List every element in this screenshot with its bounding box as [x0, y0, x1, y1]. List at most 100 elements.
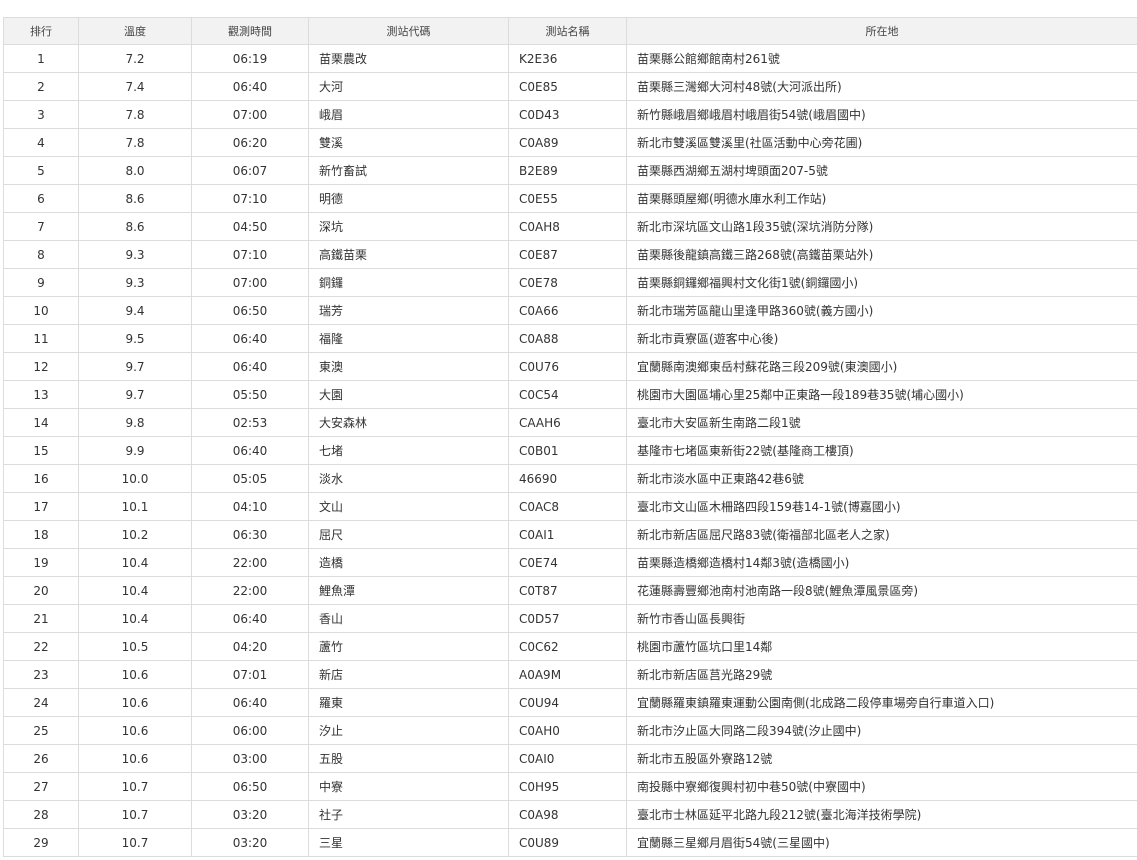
cell-rank: 16 — [3, 464, 79, 493]
cell-location: 苗栗縣頭屋鄉(明德水庫水利工作站) — [626, 184, 1137, 213]
cell-temperature: 10.4 — [78, 604, 192, 633]
table-header-row: 排行 溫度 觀測時間 測站代碼 測站名稱 所在地 — [3, 17, 1137, 45]
cell-observation-time: 06:30 — [191, 520, 309, 549]
cell-station-name: A0A9M — [508, 660, 627, 689]
cell-observation-time: 07:00 — [191, 268, 309, 297]
cell-station-code: 蘆竹 — [308, 632, 509, 661]
cell-location: 苗栗縣後龍鎮高鐵三路268號(高鐵苗栗站外) — [626, 240, 1137, 269]
cell-rank: 21 — [3, 604, 79, 633]
cell-location: 新竹市香山區長興街 — [626, 604, 1137, 633]
cell-observation-time: 03:20 — [191, 800, 309, 829]
cell-station-code: 大園 — [308, 380, 509, 409]
table-row: 26 10.6 03:00 五股 C0AI0 新北市五股區外寮路12號 — [3, 744, 1137, 773]
cell-station-code: 汐止 — [308, 716, 509, 745]
cell-station-code: 新竹畜試 — [308, 156, 509, 185]
cell-rank: 11 — [3, 324, 79, 353]
cell-station-name: B2E89 — [508, 156, 627, 185]
table-body: 1 7.2 06:19 苗栗農改 K2E36 苗栗縣公館鄉館南村261號 2 7.4 06:40… — [3, 44, 1137, 857]
cell-rank: 6 — [3, 184, 79, 213]
cell-station-code: 高鐵苗栗 — [308, 240, 509, 269]
cell-station-name: C0E85 — [508, 72, 627, 101]
cell-station-name: C0D43 — [508, 100, 627, 129]
cell-temperature: 10.6 — [78, 688, 192, 717]
cell-temperature: 9.7 — [78, 380, 192, 409]
table-row: 24 10.6 06:40 羅東 C0U94 宜蘭縣羅東鎮羅東運動公園南側(北成路二段停車… — [3, 688, 1137, 717]
table-row: 21 10.4 06:40 香山 C0D57 新竹市香山區長興街 — [3, 604, 1137, 633]
cell-observation-time: 04:10 — [191, 492, 309, 521]
header-station-name: 測站名稱 — [508, 17, 627, 45]
cell-station-name: C0A89 — [508, 128, 627, 157]
cell-location: 桃園市蘆竹區坑口里14鄰 — [626, 632, 1137, 661]
cell-temperature: 9.7 — [78, 352, 192, 381]
cell-rank: 14 — [3, 408, 79, 437]
cell-station-name: C0A98 — [508, 800, 627, 829]
cell-rank: 19 — [3, 548, 79, 577]
cell-observation-time: 06:20 — [191, 128, 309, 157]
cell-rank: 2 — [3, 72, 79, 101]
cell-station-name: C0U94 — [508, 688, 627, 717]
cell-station-name: C0H95 — [508, 772, 627, 801]
table-row: 20 10.4 22:00 鯉魚潭 C0T87 花蓮縣壽豐鄉池南村池南路一段8號(鯉魚潭風… — [3, 576, 1137, 605]
cell-station-name: C0AI1 — [508, 520, 627, 549]
cell-location: 新北市淡水區中正東路42巷6號 — [626, 464, 1137, 493]
header-temperature: 溫度 — [78, 17, 192, 45]
cell-rank: 27 — [3, 772, 79, 801]
cell-location: 臺北市士林區延平北路九段212號(臺北海洋技術學院) — [626, 800, 1137, 829]
cell-station-code: 深坑 — [308, 212, 509, 241]
cell-rank: 18 — [3, 520, 79, 549]
cell-station-code: 三星 — [308, 828, 509, 857]
cell-rank: 20 — [3, 576, 79, 605]
cell-station-code: 銅鑼 — [308, 268, 509, 297]
table-row: 28 10.7 03:20 社子 C0A98 臺北市士林區延平北路九段212號(臺北海洋技… — [3, 800, 1137, 829]
cell-station-code: 七堵 — [308, 436, 509, 465]
cell-temperature: 9.4 — [78, 296, 192, 325]
cell-location: 新北市汐止區大同路二段394號(汐止國中) — [626, 716, 1137, 745]
cell-location: 桃園市大園區埔心里25鄰中正東路一段189巷35號(埔心國小) — [626, 380, 1137, 409]
cell-rank: 26 — [3, 744, 79, 773]
cell-station-name: C0A88 — [508, 324, 627, 353]
cell-station-name: C0U76 — [508, 352, 627, 381]
cell-station-code: 東澳 — [308, 352, 509, 381]
table-row: 15 9.9 06:40 七堵 C0B01 基隆市七堵區東新街22號(基隆商工樓頂) — [3, 436, 1137, 465]
table-row: 6 8.6 07:10 明德 C0E55 苗栗縣頭屋鄉(明德水庫水利工作站) — [3, 184, 1137, 213]
table-row: 19 10.4 22:00 造橋 C0E74 苗栗縣造橋鄉造橋村14鄰3號(造橋國小) — [3, 548, 1137, 577]
cell-station-name: C0E55 — [508, 184, 627, 213]
cell-location: 苗栗縣造橋鄉造橋村14鄰3號(造橋國小) — [626, 548, 1137, 577]
cell-location: 基隆市七堵區東新街22號(基隆商工樓頂) — [626, 436, 1137, 465]
header-observation-time: 觀測時間 — [191, 17, 309, 45]
cell-observation-time: 22:00 — [191, 548, 309, 577]
cell-observation-time: 06:40 — [191, 436, 309, 465]
table-row: 27 10.7 06:50 中寮 C0H95 南投縣中寮鄉復興村初中巷50號(中寮國中) — [3, 772, 1137, 801]
table-row: 23 10.6 07:01 新店 A0A9M 新北市新店區莒光路29號 — [3, 660, 1137, 689]
cell-observation-time: 06:00 — [191, 716, 309, 745]
cell-temperature: 7.2 — [78, 44, 192, 73]
cell-temperature: 9.3 — [78, 268, 192, 297]
table-row: 2 7.4 06:40 大河 C0E85 苗栗縣三灣鄉大河村48號(大河派出所) — [3, 72, 1137, 101]
cell-rank: 17 — [3, 492, 79, 521]
cell-observation-time: 07:10 — [191, 184, 309, 213]
cell-temperature: 10.6 — [78, 660, 192, 689]
cell-temperature: 10.4 — [78, 576, 192, 605]
cell-observation-time: 04:50 — [191, 212, 309, 241]
cell-station-code: 福隆 — [308, 324, 509, 353]
table-row: 12 9.7 06:40 東澳 C0U76 宜蘭縣南澳鄉東岳村蘇花路三段209號(東澳國小… — [3, 352, 1137, 381]
temperature-ranking-table-container: 排行 溫度 觀測時間 測站代碼 測站名稱 所在地 1 7.2 06:19 苗栗農改 K2… — [3, 17, 1137, 857]
cell-temperature: 8.6 — [78, 212, 192, 241]
cell-location: 宜蘭縣三星鄉月眉街54號(三星國中) — [626, 828, 1137, 857]
cell-rank: 24 — [3, 688, 79, 717]
cell-temperature: 9.5 — [78, 324, 192, 353]
cell-location: 南投縣中寮鄉復興村初中巷50號(中寮國中) — [626, 772, 1137, 801]
cell-station-name: C0C62 — [508, 632, 627, 661]
cell-observation-time: 06:40 — [191, 324, 309, 353]
cell-location: 宜蘭縣羅東鎮羅東運動公園南側(北成路二段停車場旁自行車道入口) — [626, 688, 1137, 717]
table-row: 9 9.3 07:00 銅鑼 C0E78 苗栗縣銅鑼鄉福興村文化街1號(銅鑼國小) — [3, 268, 1137, 297]
cell-temperature: 8.6 — [78, 184, 192, 213]
cell-temperature: 9.9 — [78, 436, 192, 465]
cell-station-name: 46690 — [508, 464, 627, 493]
cell-rank: 22 — [3, 632, 79, 661]
cell-station-code: 大河 — [308, 72, 509, 101]
table-row: 17 10.1 04:10 文山 C0AC8 臺北市文山區木柵路四段159巷14-1號(博… — [3, 492, 1137, 521]
cell-station-name: C0B01 — [508, 436, 627, 465]
cell-rank: 12 — [3, 352, 79, 381]
cell-location: 臺北市大安區新生南路二段1號 — [626, 408, 1137, 437]
